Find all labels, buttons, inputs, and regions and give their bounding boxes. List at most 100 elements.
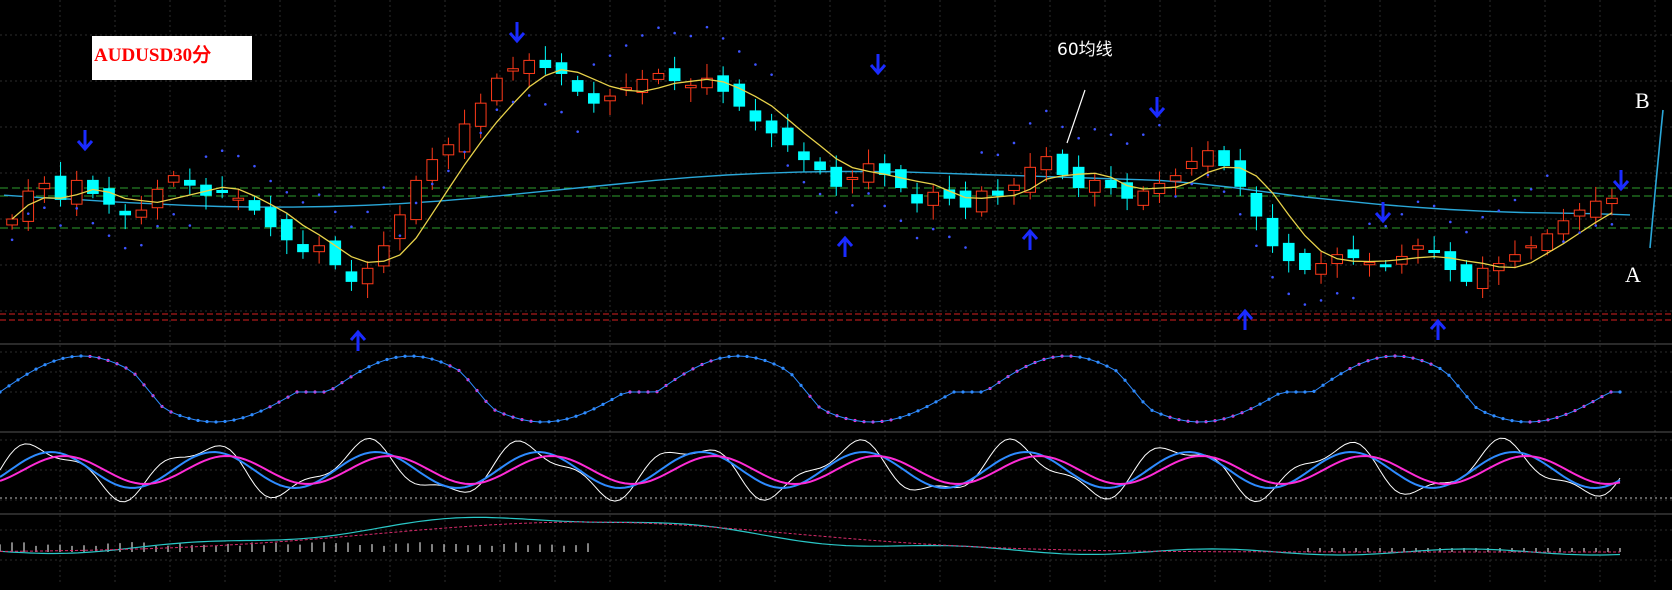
sar-dot [1433, 205, 1436, 208]
sar-dot [1304, 303, 1307, 306]
sar-dot [1094, 128, 1097, 131]
candle-body [217, 190, 228, 192]
candle-body [378, 246, 389, 266]
sar-dot [932, 228, 935, 231]
candle-body [1526, 246, 1537, 248]
sar-dot [1417, 200, 1420, 203]
candle-body [330, 241, 341, 265]
candle-body [1590, 201, 1601, 217]
candle-body [1300, 253, 1311, 269]
sar-dot [673, 32, 676, 35]
candle-body [1138, 191, 1149, 205]
candle-body [1283, 243, 1294, 260]
sar-dot [1271, 276, 1274, 279]
symbol-label: AUDUSD30分 [94, 40, 211, 67]
sar-dot [286, 191, 289, 194]
sar-dot [1578, 231, 1581, 234]
sar-dot [722, 37, 725, 40]
sar-dot [156, 225, 159, 228]
macd-line [0, 517, 1620, 555]
sar-dot [11, 239, 14, 242]
sar-dot [27, 212, 30, 215]
up-arrow-shape [838, 238, 852, 257]
sar-dot [1207, 174, 1210, 177]
candle-body [1510, 255, 1521, 262]
sar-dot [221, 149, 224, 152]
down-arrow-shape [78, 130, 92, 149]
candle-body [281, 220, 292, 240]
candle-body [71, 180, 82, 204]
forex-chart: 60均线 B A [0, 0, 1672, 590]
up-arrow-icon [1238, 311, 1252, 330]
candle-body [55, 176, 66, 199]
down-arrow-icon [1150, 97, 1164, 116]
sar-dot [75, 207, 78, 210]
candle-body [524, 60, 535, 73]
candle-body [1041, 157, 1052, 170]
candle-body [346, 272, 357, 282]
sar-dot [1223, 190, 1226, 193]
candle-body [1267, 218, 1278, 245]
signal-line [0, 356, 1620, 422]
sar-dot [108, 234, 111, 237]
sar-dot [738, 50, 741, 53]
candle-body [136, 210, 147, 217]
signal-arrows [78, 22, 1628, 351]
sar-dot [43, 206, 46, 209]
sar-dot [205, 155, 208, 158]
up-arrow-icon [351, 332, 365, 351]
candle-body [540, 60, 551, 67]
candle-body [508, 69, 519, 71]
candle-body [88, 180, 99, 193]
sar-dot [318, 193, 321, 196]
sar-dot [1142, 133, 1145, 136]
candle-body [249, 201, 260, 211]
candle-body [831, 167, 842, 186]
sar-dot [1126, 142, 1129, 145]
sar-dot [1013, 142, 1016, 145]
sar-dot [334, 211, 337, 214]
sar-dot [399, 234, 402, 237]
macd-signal-line [0, 522, 1620, 552]
candle-body [847, 177, 858, 179]
candle-body [605, 96, 616, 101]
sar-dot [528, 94, 531, 97]
down-arrow-icon [871, 54, 885, 73]
sar-dot [609, 54, 612, 57]
candle-body [39, 183, 50, 188]
candle-body [653, 73, 664, 79]
candle-body [1203, 151, 1214, 166]
candle-body [1348, 250, 1359, 258]
candle-body [427, 160, 438, 181]
sar-dot [479, 132, 482, 135]
candle-body [1316, 264, 1327, 275]
sar-dot [900, 219, 903, 222]
sar-dot [1562, 240, 1565, 243]
sar-dot [431, 183, 434, 186]
up-arrow-shape [1238, 311, 1252, 330]
sar-dot [350, 225, 353, 228]
ma60-pointer [1067, 90, 1085, 143]
sar-dot [124, 247, 127, 250]
candle-body [572, 81, 583, 92]
up-arrow-shape [1431, 321, 1445, 340]
candle-body [120, 211, 131, 215]
down-arrow-icon [510, 22, 524, 41]
candle-body [459, 124, 470, 152]
sar-dot [237, 155, 240, 158]
sar-dot [189, 224, 192, 227]
fast-ma-path [12, 70, 1612, 268]
sar-dot [1061, 126, 1064, 129]
sar-dot [302, 201, 305, 204]
candle-body [233, 198, 244, 200]
sar-dot [382, 186, 385, 189]
sar-dot [835, 211, 838, 214]
sar-dot [980, 151, 983, 154]
sar-dot [1465, 231, 1468, 234]
candle-body [766, 121, 777, 133]
candle-body [1558, 221, 1569, 234]
sar-dot [657, 26, 660, 29]
candle-body [185, 180, 196, 185]
candle-body [1235, 161, 1246, 187]
candle-body [362, 268, 373, 283]
